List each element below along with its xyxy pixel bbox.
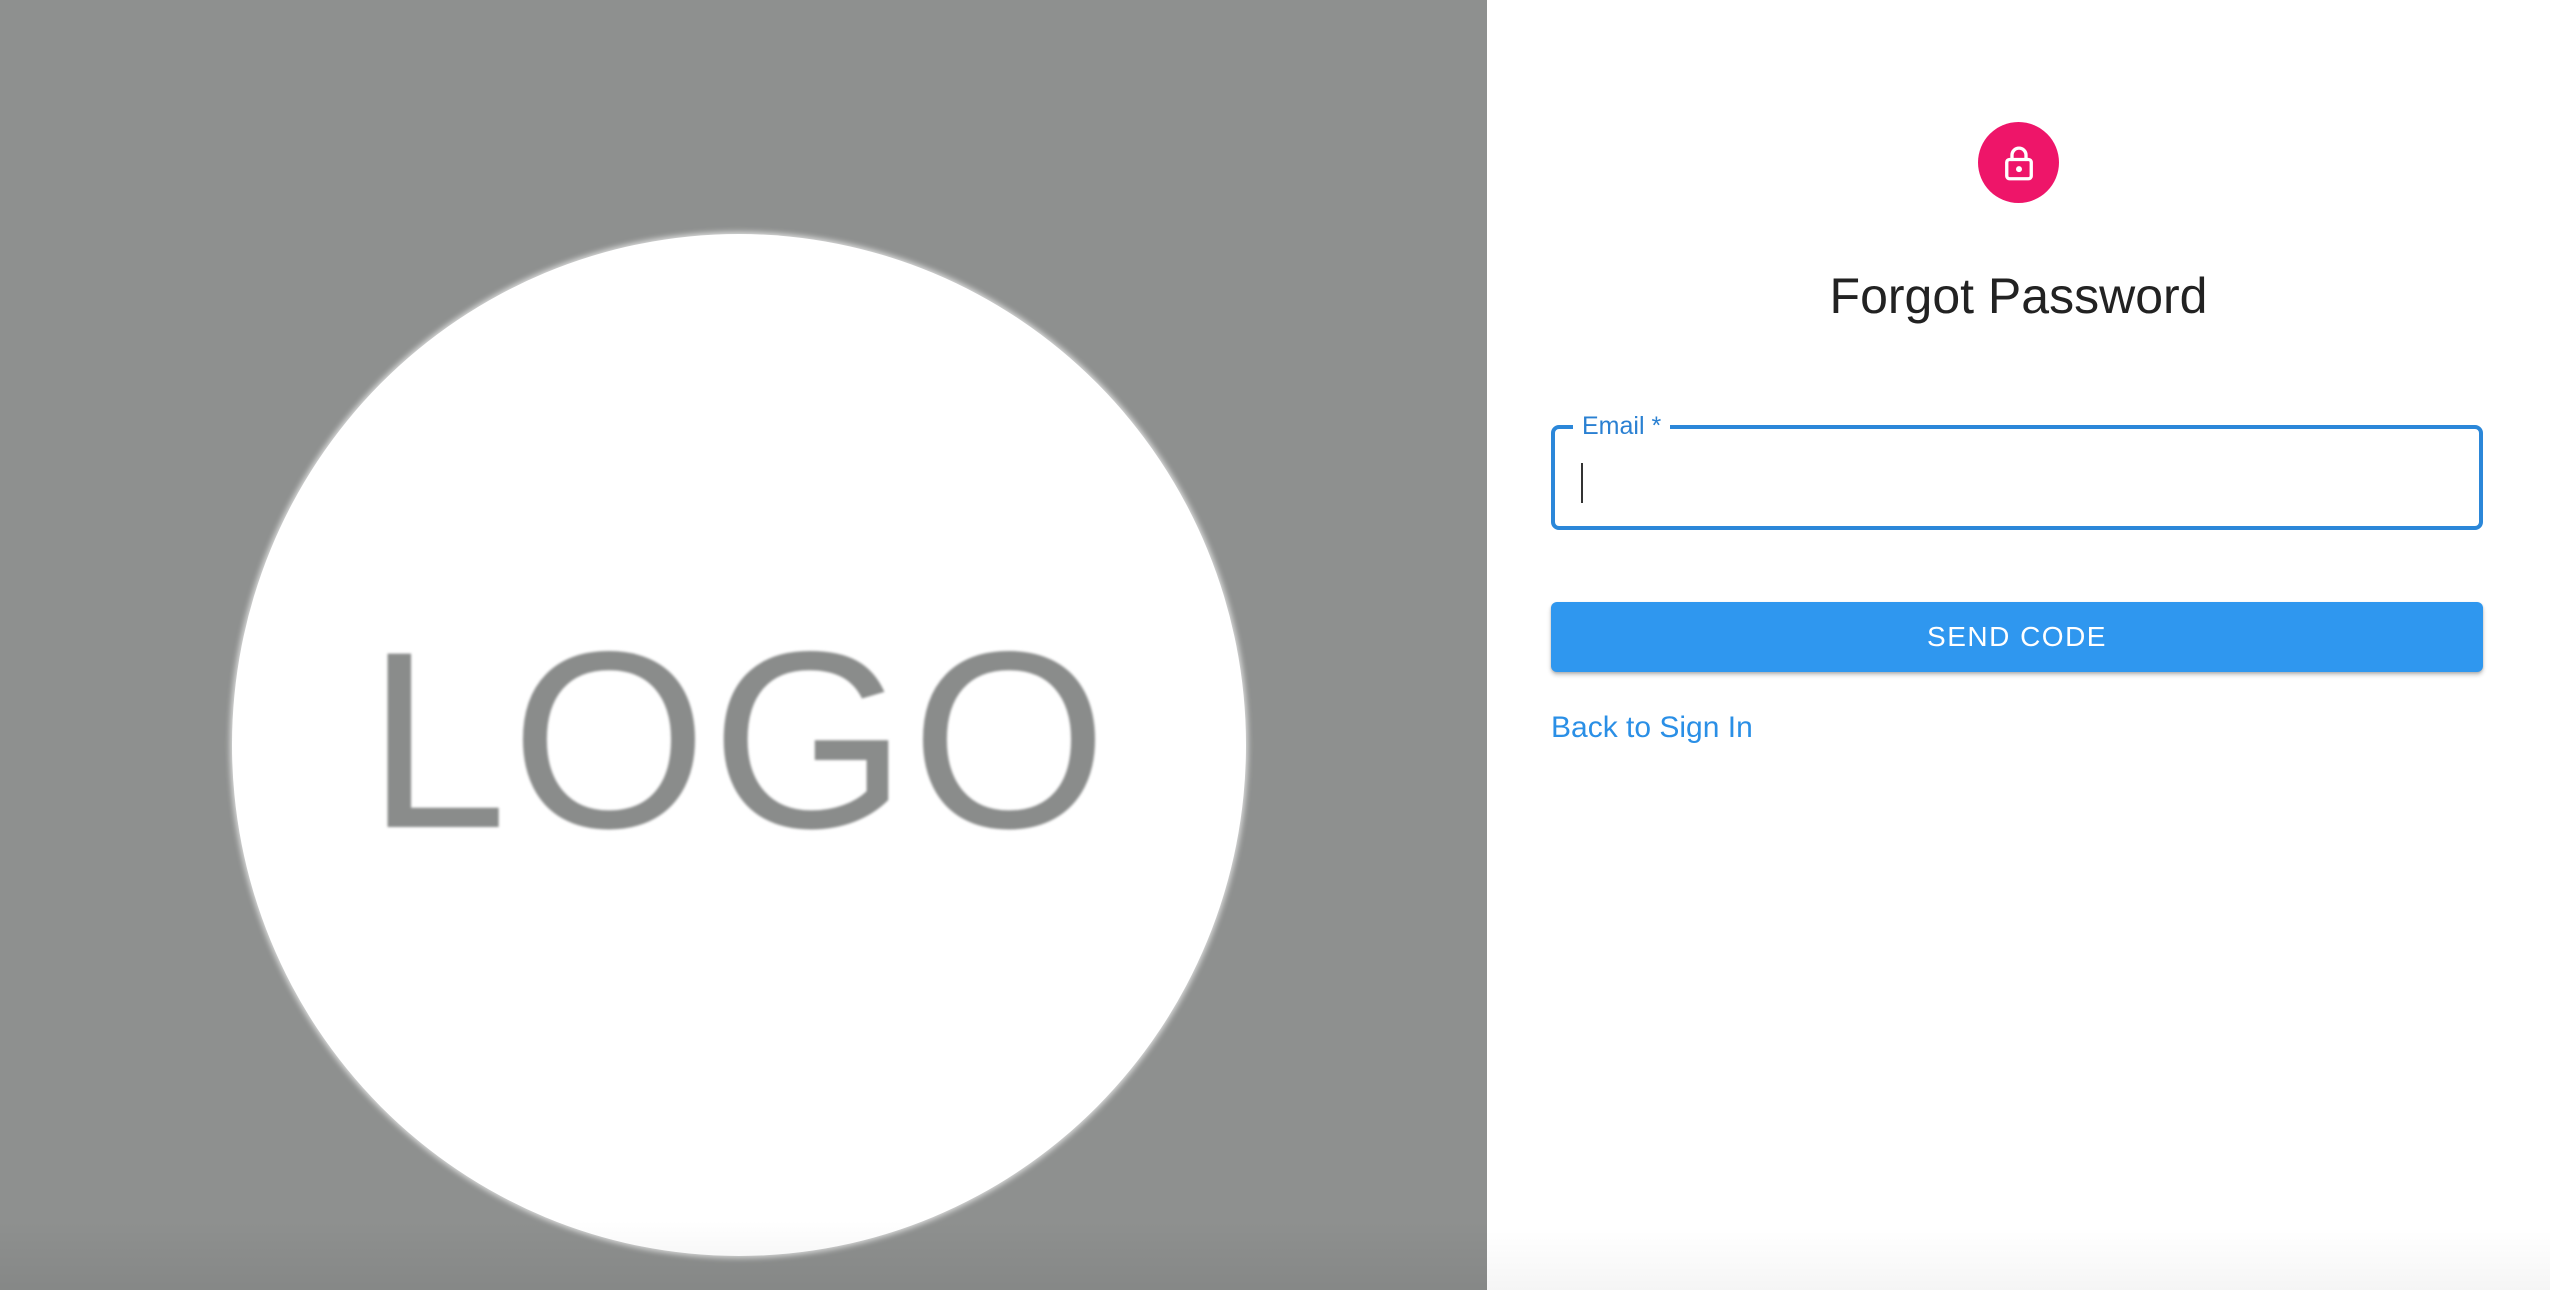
text-caret <box>1581 463 1583 503</box>
forgot-password-page: LOGO Forgot Password Email * SEND CODE B… <box>0 0 2550 1290</box>
page-title: Forgot Password <box>1829 268 2208 324</box>
lock-avatar <box>1978 122 2059 203</box>
logo-text: LOGO <box>366 600 1112 881</box>
email-field[interactable]: Email * <box>1551 410 2483 530</box>
form-panel: Forgot Password Email * SEND CODE Back t… <box>1487 0 2550 1290</box>
back-to-sign-in-link[interactable]: Back to Sign In <box>1551 710 1753 746</box>
panel-bottom-shadow <box>1487 1230 2550 1290</box>
email-field-label: Email * <box>1573 410 1671 442</box>
lock-icon <box>2004 145 2033 180</box>
logo-image: LOGO <box>232 234 1246 1256</box>
email-input[interactable] <box>1577 453 2457 503</box>
hero-panel: LOGO <box>0 0 1487 1290</box>
send-code-button[interactable]: SEND CODE <box>1551 602 2483 672</box>
hero-bottom-shadow <box>0 1220 1487 1290</box>
